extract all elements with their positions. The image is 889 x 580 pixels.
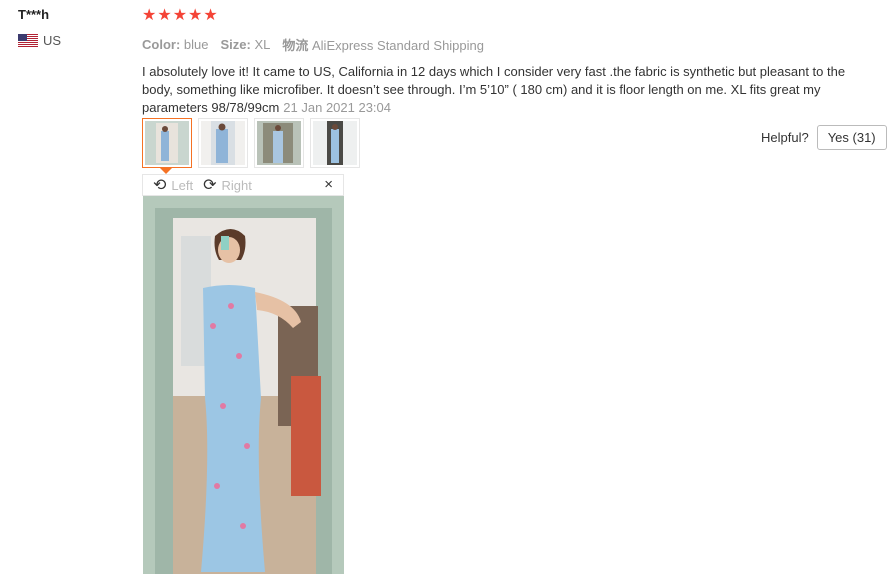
- review-text: I absolutely love it! It came to US, Cal…: [142, 63, 862, 117]
- star-icon: ★: [203, 7, 218, 24]
- rotate-right-button[interactable]: ⟳ Right: [203, 175, 252, 195]
- star-icon: ★: [142, 7, 157, 24]
- review-image-thumbnails: [142, 118, 360, 174]
- size-label: Size:: [220, 37, 251, 52]
- review-body: ★ ★ ★ ★ ★ Color: blue Size: XL 物流 AliExp…: [142, 6, 872, 117]
- active-thumbnail-arrow: [159, 167, 173, 174]
- close-icon[interactable]: ×: [324, 176, 333, 193]
- image-viewer-toolbar: ⟲ Left ⟳ Right ×: [142, 174, 344, 196]
- review-meta: Color: blue Size: XL 物流 AliExpress Stand…: [142, 35, 872, 54]
- thumbnail-image: [145, 121, 189, 165]
- thumbnail-image: [313, 121, 357, 165]
- us-flag-icon: [18, 34, 38, 47]
- review-image-large: [143, 196, 344, 574]
- rotate-left-button[interactable]: ⟲ Left: [153, 175, 193, 195]
- helpful-section: Helpful? Yes (31): [761, 125, 887, 150]
- rotate-right-label: Right: [221, 177, 252, 193]
- shipping-value: AliExpress Standard Shipping: [312, 38, 484, 53]
- thumbnail-image: [201, 121, 245, 165]
- star-icon: ★: [172, 7, 188, 24]
- country-code: US: [43, 33, 62, 48]
- helpful-label: Helpful?: [761, 130, 809, 145]
- review-content: I absolutely love it! It came to US, Cal…: [142, 64, 846, 115]
- color-value: blue: [183, 37, 209, 52]
- star-icon: ★: [188, 7, 203, 24]
- rotate-left-label: Left: [171, 177, 194, 193]
- star-rating: ★ ★ ★ ★ ★: [142, 6, 872, 26]
- thumbnail-image: [257, 121, 301, 165]
- color-label: Color:: [142, 37, 181, 52]
- thumbnail-4[interactable]: [310, 118, 360, 168]
- size-value: XL: [254, 37, 271, 52]
- review-date: 21 Jan 2021 23:04: [283, 100, 392, 115]
- rotate-left-icon: ⟲: [153, 177, 167, 194]
- shipping-label: 物流: [282, 38, 309, 53]
- reviewer-name: T***h: [18, 7, 50, 22]
- reviewer-country: US: [18, 33, 128, 48]
- rotate-right-icon: ⟳: [203, 177, 217, 194]
- thumbnail-3[interactable]: [254, 118, 304, 168]
- helpful-yes-button[interactable]: Yes (31): [816, 125, 887, 150]
- reviewer-info: T***h US: [18, 6, 128, 48]
- thumbnail-1[interactable]: [142, 118, 192, 174]
- thumbnail-2[interactable]: [198, 118, 248, 168]
- star-icon: ★: [157, 7, 172, 24]
